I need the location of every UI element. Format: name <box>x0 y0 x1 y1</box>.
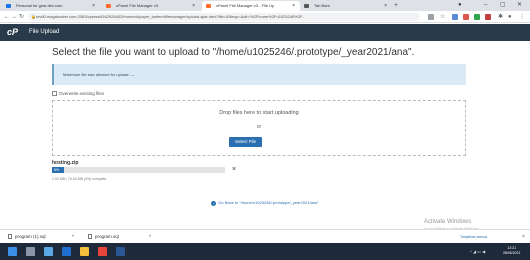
url-text: srv60.magahoster.com:2083/cpsess51629284… <box>36 14 306 19</box>
windows-taskbar: ^ ◢ ▭ ◀ 12:21 28/06/2021 <box>0 243 530 260</box>
favicon-icon <box>304 4 309 8</box>
app-header: cP File Upload <box>0 24 530 41</box>
arrow-left-circle-icon: ‹ <box>211 201 217 206</box>
profile-icon[interactable]: ● <box>458 0 462 11</box>
go-back-link[interactable]: ‹ Go Back to "/home/u1025246/.prototype/_… <box>0 200 530 206</box>
translate-icon[interactable] <box>428 14 434 20</box>
upload-filename: hosting.zip <box>52 160 79 166</box>
download-item[interactable]: program (1).sql <box>8 230 46 244</box>
new-tab-button[interactable]: + <box>394 0 398 11</box>
browser-tab[interactable]: Personal for gear.dev.com × <box>2 1 100 11</box>
back-icon[interactable]: ← <box>4 11 10 23</box>
word-icon[interactable] <box>116 247 125 256</box>
close-tab-icon[interactable]: × <box>92 1 95 11</box>
download-menu-chevron-icon[interactable]: ^ <box>149 230 151 244</box>
overwrite-label: Overwrite existing files <box>59 91 105 96</box>
extension-icon[interactable] <box>463 14 469 20</box>
taskbar-clock[interactable]: 12:21 28/06/2021 <box>503 246 521 256</box>
extension-icon[interactable] <box>452 14 458 20</box>
system-tray-icons[interactable]: ^ ◢ ▭ ◀ <box>470 243 485 260</box>
cpanel-favicon-icon <box>206 4 211 8</box>
file-icon <box>88 234 92 239</box>
go-back-text: Go Back to "/home/u1025246/.prototype/_y… <box>218 200 319 205</box>
restore-icon[interactable]: ▢ <box>500 0 506 11</box>
search-icon[interactable] <box>26 247 35 256</box>
bookmark-star-icon[interactable]: ☆ <box>440 11 445 23</box>
favicon-icon <box>6 4 11 8</box>
file-explorer-icon[interactable] <box>80 247 89 256</box>
overwrite-option[interactable]: Overwrite existing files <box>52 91 104 96</box>
close-downloads-icon[interactable]: × <box>522 230 525 244</box>
download-menu-chevron-icon[interactable]: ^ <box>72 230 74 244</box>
drop-zone[interactable]: Drop files here to start uploading or Se… <box>52 100 466 156</box>
page-title: Select the file you want to upload to "/… <box>52 47 415 58</box>
file-icon <box>8 234 12 239</box>
window-close-icon[interactable]: ✕ <box>517 0 522 11</box>
upload-progress-bar: 5% <box>52 167 225 173</box>
select-file-button[interactable]: Select File <box>229 137 262 147</box>
or-separator: or <box>256 124 262 130</box>
url-field[interactable]: 🔒 srv60.magahoster.com:2083/cpsess516292… <box>28 13 420 21</box>
downloads-bar: program (1).sql ^ program.sql ^ Tampilka… <box>0 229 530 243</box>
tab-label: cPanel File Manager v3 - File Up <box>216 3 275 8</box>
edge-icon[interactable] <box>62 247 71 256</box>
extension-icon[interactable] <box>485 14 491 20</box>
info-alert: Maximum file size allowed for upload: — <box>52 64 466 85</box>
browser-tab[interactable]: cPanel File Manager v3 × <box>102 1 200 11</box>
close-tab-icon[interactable]: × <box>292 1 295 11</box>
download-item[interactable]: program.sql <box>88 230 119 244</box>
overwrite-checkbox[interactable] <box>52 91 57 96</box>
clock-date: 28/06/2021 <box>503 251 521 255</box>
start-icon[interactable] <box>8 247 17 256</box>
menu-icon[interactable]: ⋮ <box>519 11 525 23</box>
download-filename: program (1).sql <box>15 234 46 239</box>
close-tab-icon[interactable]: × <box>192 1 195 11</box>
tab-label: Tab Bars <box>314 3 330 8</box>
upload-size-info: 2.92 MB / 70.63 MB (4%) complete <box>52 177 107 181</box>
download-filename: program.sql <box>95 234 119 239</box>
cpanel-logo: cP <box>7 27 19 37</box>
browser-tab[interactable]: Tab Bars × <box>300 1 392 11</box>
extensions-puzzle-icon[interactable]: ✱ <box>498 11 503 23</box>
activate-windows-title: Activate Windows <box>424 219 472 225</box>
account-icon[interactable]: ● <box>508 11 512 23</box>
browser-tab-active[interactable]: cPanel File Manager v3 - File Up × <box>202 1 300 11</box>
upload-progress-fill: 5% <box>52 167 65 173</box>
cpanel-favicon-icon <box>106 4 111 8</box>
app-title: File Upload <box>29 29 60 35</box>
lock-icon[interactable]: 🔒 <box>31 13 36 21</box>
max-size-text: Maximum file size allowed for upload: — <box>63 72 135 77</box>
extension-icon[interactable] <box>474 14 480 20</box>
address-bar: ← → ↻ 🔒 srv60.magahoster.com:2083/cpsess… <box>0 11 530 23</box>
close-tab-icon[interactable]: × <box>384 1 387 11</box>
task-view-icon[interactable] <box>44 247 53 256</box>
show-all-downloads-link[interactable]: Tampilkan semua <box>460 230 487 244</box>
drop-hint: Drop files here to start uploading <box>219 110 299 116</box>
reload-icon[interactable]: ↻ <box>19 11 24 23</box>
chrome-icon[interactable] <box>98 247 107 256</box>
tab-label: cPanel File Manager v3 <box>116 3 159 8</box>
minimize-icon[interactable]: – <box>484 0 487 11</box>
forward-icon[interactable]: → <box>11 11 17 23</box>
tab-label: Personal for gear.dev.com <box>16 3 63 8</box>
cancel-upload-button[interactable]: × <box>232 165 236 174</box>
browser-tab-strip: Personal for gear.dev.com × cPanel File … <box>0 0 530 11</box>
